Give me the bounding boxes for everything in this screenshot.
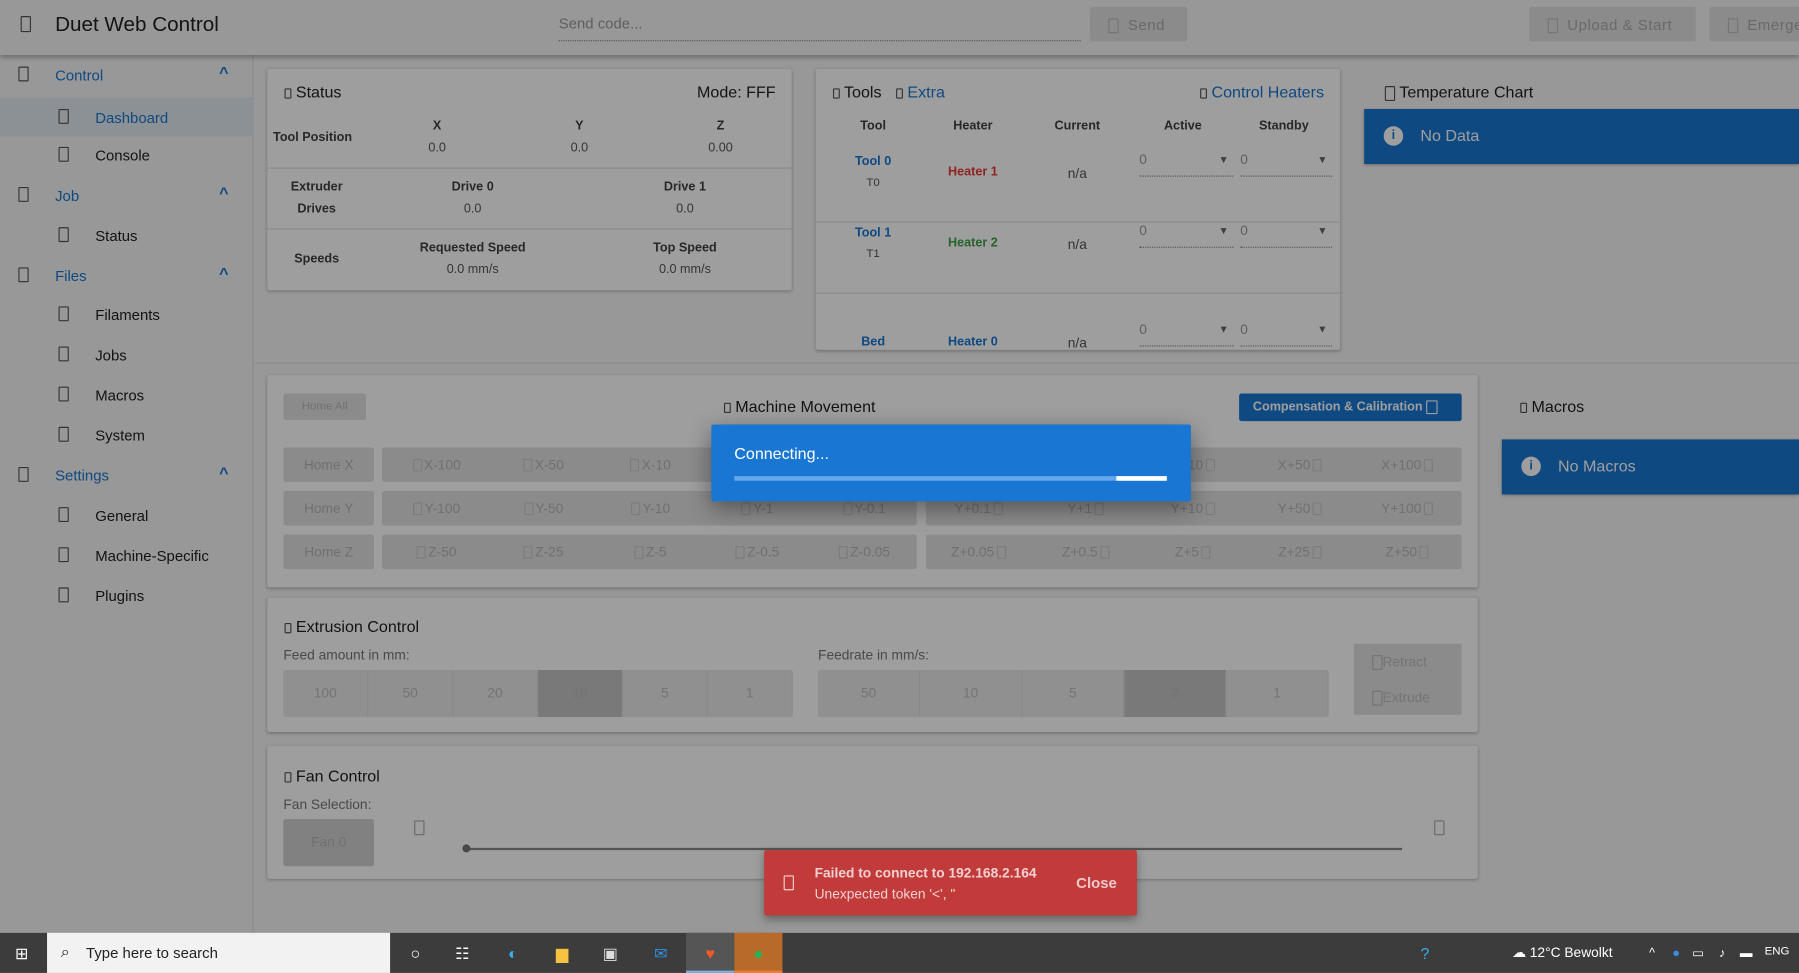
file-explorer-icon[interactable]: ▆ — [551, 942, 574, 965]
language-indicator[interactable]: ENG — [1765, 945, 1790, 958]
edge-icon[interactable]: ◐ — [501, 942, 524, 965]
error-snackbar: Failed to connect to 192.168.2.164 Unexp… — [764, 850, 1137, 916]
error-message: Failed to connect to 192.168.2.164 — [814, 865, 1037, 882]
battery-icon[interactable]: ▬ — [1735, 942, 1758, 965]
mail-icon[interactable]: ✉ — [649, 942, 672, 965]
close-button[interactable]: Close — [1076, 874, 1117, 891]
help-icon[interactable]: ? — [1413, 942, 1436, 965]
brave-taskbar-button[interactable]: ♥ — [686, 932, 735, 973]
error-icon — [783, 875, 794, 891]
taskbar-search-input[interactable]: ⌕ Type here to search — [47, 932, 391, 973]
weather-text: 12°C Bewolkt — [1529, 944, 1613, 961]
store-icon[interactable]: ▣ — [599, 942, 622, 965]
error-detail: Unexpected token '<', " — [814, 885, 956, 902]
search-icon: ⌕ — [60, 941, 70, 961]
onedrive-icon[interactable]: ● — [1665, 942, 1688, 965]
task-view-icon[interactable]: ☷ — [451, 942, 474, 965]
cortana-icon[interactable]: ○ — [404, 942, 427, 965]
connecting-dialog: Connecting... — [711, 424, 1191, 502]
progress-bar — [734, 476, 1167, 481]
spotify-icon: ● — [753, 944, 764, 963]
spotify-taskbar-button[interactable]: ● — [734, 932, 783, 973]
search-placeholder: Type here to search — [86, 944, 218, 962]
cloud-icon: ☁ — [1512, 944, 1526, 961]
windows-start-icon[interactable]: ⊞ — [10, 942, 33, 965]
weather-widget[interactable]: ☁ 12°C Bewolkt — [1512, 944, 1612, 960]
volume-icon[interactable]: ♪ — [1711, 942, 1734, 965]
brave-icon: ♥ — [705, 944, 715, 963]
windows-taskbar: ⊞ ⌕ Type here to search ○ ☷ ◐ ▆ ▣ ✉ ♥ ● ?… — [0, 932, 1799, 973]
progress-indicator — [1116, 476, 1167, 481]
network-icon[interactable]: ▭ — [1687, 942, 1710, 965]
chevron-up-icon[interactable]: ^ — [1641, 942, 1664, 965]
dialog-title: Connecting... — [734, 444, 829, 463]
app: Duet Web Control Send code... Send Uploa… — [0, 0, 1799, 973]
